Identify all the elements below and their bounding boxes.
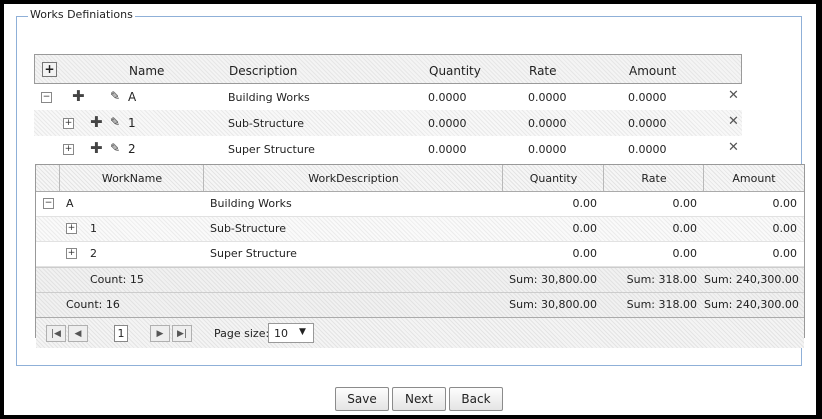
add-root-button[interactable]: + (42, 62, 57, 77)
grid-cell-workdescription: Super Structure (210, 247, 297, 260)
tree-cell-rate: 0.0000 (528, 91, 567, 104)
tree-cell-description: Super Structure (228, 143, 315, 156)
grid-row[interactable]: − A Building Works 0.00 0.00 0.00 (36, 192, 804, 217)
group-footer-sum-rate: Sum: 318.00 (626, 273, 697, 286)
tree-cell-name: 2 (128, 142, 136, 156)
grid-footer-sum-rate: Sum: 318.00 (626, 298, 697, 311)
grid-header-amount-label: Amount (732, 172, 776, 185)
edit-icon[interactable]: ✎ (110, 141, 120, 155)
tree-header-description[interactable]: Description (229, 64, 297, 78)
tree-row[interactable]: + ✚ ✎ 1 Sub-Structure 0.0000 0.0000 0.00… (34, 110, 742, 136)
back-button[interactable]: Back (449, 387, 503, 411)
grid-cell-quantity: 0.00 (572, 197, 598, 210)
next-button[interactable]: Next (392, 387, 446, 411)
edit-icon[interactable]: ✎ (110, 115, 120, 129)
grid-header-quantity[interactable]: Quantity (503, 165, 604, 191)
last-page-button[interactable]: ▶| (172, 325, 192, 342)
grid-cell-amount: 0.00 (772, 247, 798, 260)
tree-cell-rate: 0.0000 (528, 117, 567, 130)
tree-cell-name: 1 (128, 116, 136, 130)
grid-cell-rate: 0.00 (672, 247, 698, 260)
grid-cell-workdescription: Sub-Structure (210, 222, 287, 235)
tree-header-quantity[interactable]: Quantity (429, 64, 481, 78)
grid-cell-quantity: 0.00 (572, 247, 598, 260)
grid-header-expander (36, 165, 60, 191)
tree-cell-amount: 0.0000 (628, 143, 667, 156)
add-child-icon[interactable]: ✚ (90, 115, 103, 130)
next-page-button[interactable]: ▶ (150, 325, 170, 342)
group-footer-count: Count: 15 (90, 273, 144, 286)
grid-cell-quantity: 0.00 (572, 222, 598, 235)
grid-header-workdescription[interactable]: WorkDescription (204, 165, 503, 191)
delete-icon[interactable]: ✕ (728, 140, 739, 155)
group-footer-sum-quantity: Sum: 30,800.00 (509, 273, 597, 286)
tree-header-name[interactable]: Name (129, 64, 164, 78)
grid-header: WorkName WorkDescription Quantity Rate A… (36, 165, 804, 192)
page-size-select[interactable]: 10 ▼ (268, 323, 314, 343)
page-size-value: 10 (274, 327, 288, 340)
group-footer-sum-amount: Sum: 240,300.00 (704, 273, 799, 286)
tree-header: + Name Description Quantity Rate Amount (34, 54, 742, 84)
grid-header-workdescription-label: WorkDescription (308, 172, 399, 185)
tree-cell-quantity: 0.0000 (428, 117, 467, 130)
grid-footer-sum-amount: Sum: 240,300.00 (704, 298, 799, 311)
grid-cell-workname: A (66, 197, 74, 210)
grid-cell-rate: 0.00 (672, 197, 698, 210)
page-number[interactable]: 1 (114, 325, 128, 342)
tree-cell-quantity: 0.0000 (428, 91, 467, 104)
grid-header-amount[interactable]: Amount (704, 165, 804, 191)
first-page-button[interactable]: |◀ (46, 325, 66, 342)
page-size-label: Page size: (214, 327, 270, 340)
expand-icon[interactable]: + (63, 118, 74, 129)
tree-cell-description: Building Works (228, 91, 310, 104)
tree-cell-quantity: 0.0000 (428, 143, 467, 156)
works-tree: + Name Description Quantity Rate Amount … (34, 54, 742, 162)
tree-cell-rate: 0.0000 (528, 143, 567, 156)
grid-pager: |◀ ◀ 1 ▶ ▶| Page size: 10 ▼ (36, 317, 804, 348)
grid-footer-sum-quantity: Sum: 30,800.00 (509, 298, 597, 311)
delete-icon[interactable]: ✕ (728, 88, 739, 103)
expand-icon[interactable]: + (63, 144, 74, 155)
tree-row[interactable]: − ✚ ✎ A Building Works 0.0000 0.0000 0.0… (34, 84, 742, 110)
tree-cell-name: A (128, 90, 137, 104)
prev-page-button[interactable]: ◀ (68, 325, 88, 342)
grid-header-quantity-label: Quantity (529, 172, 578, 185)
tree-header-rate[interactable]: Rate (529, 64, 557, 78)
grid-footer: Count: 16 Sum: 30,800.00 Sum: 318.00 Sum… (36, 292, 804, 317)
chevron-down-icon: ▼ (299, 327, 306, 337)
add-child-icon[interactable]: ✚ (72, 89, 85, 104)
grid-cell-amount: 0.00 (772, 197, 798, 210)
tree-cell-amount: 0.0000 (628, 91, 667, 104)
save-button[interactable]: Save (335, 387, 389, 411)
collapse-icon[interactable]: − (43, 198, 54, 209)
tree-cell-amount: 0.0000 (628, 117, 667, 130)
grid-row[interactable]: + 2 Super Structure 0.00 0.00 0.00 (36, 242, 804, 267)
grid-cell-amount: 0.00 (772, 222, 798, 235)
expand-icon[interactable]: + (66, 223, 77, 234)
grid-header-workname[interactable]: WorkName (60, 165, 204, 191)
collapse-icon[interactable]: − (41, 92, 52, 103)
grid-row[interactable]: + 1 Sub-Structure 0.00 0.00 0.00 (36, 217, 804, 242)
grid-header-workname-label: WorkName (101, 172, 163, 185)
add-child-icon[interactable]: ✚ (90, 141, 103, 156)
tree-cell-description: Sub-Structure (228, 117, 305, 130)
grid-footer-count: Count: 16 (66, 298, 120, 311)
delete-icon[interactable]: ✕ (728, 114, 739, 129)
edit-icon[interactable]: ✎ (110, 89, 120, 103)
group-footer: Count: 15 Sum: 30,800.00 Sum: 318.00 Sum… (36, 267, 804, 292)
grid-cell-workname: 2 (90, 247, 97, 260)
grid-cell-workdescription: Building Works (210, 197, 292, 210)
fieldset-legend: Works Definiations (28, 8, 135, 21)
grid-cell-workname: 1 (90, 222, 97, 235)
grid-cell-rate: 0.00 (672, 222, 698, 235)
expand-icon[interactable]: + (66, 248, 77, 259)
works-grid: WorkName WorkDescription Quantity Rate A… (35, 164, 805, 348)
tree-row[interactable]: + ✚ ✎ 2 Super Structure 0.0000 0.0000 0.… (34, 136, 742, 162)
grid-header-rate[interactable]: Rate (604, 165, 704, 191)
grid-header-rate-label: Rate (641, 172, 667, 185)
tree-header-amount[interactable]: Amount (629, 64, 676, 78)
